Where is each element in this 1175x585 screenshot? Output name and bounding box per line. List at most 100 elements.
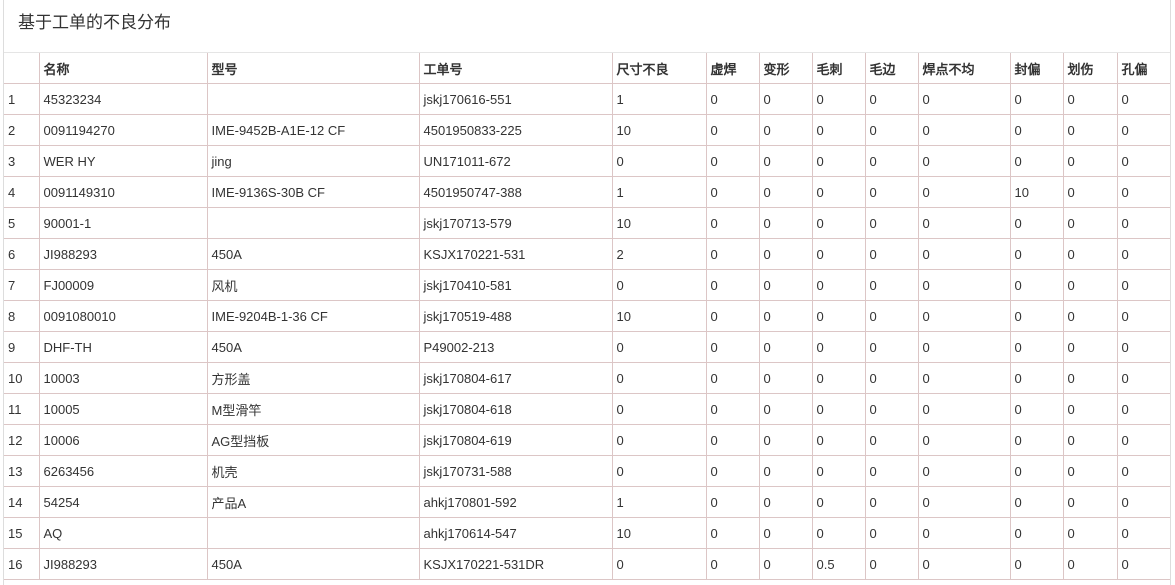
- table-cell: 0: [758, 424, 813, 456]
- table-cell: 0: [611, 455, 707, 487]
- table-cell: 方形盖: [206, 362, 420, 394]
- table-cell: 0: [1116, 114, 1170, 146]
- table-cell: 0: [864, 207, 919, 239]
- table-cell: 0: [1062, 176, 1118, 208]
- table-cell: 0: [811, 269, 866, 301]
- table-cell: 1: [611, 486, 707, 518]
- table-cell: 0.5: [811, 548, 866, 580]
- table-cell: 0: [1062, 331, 1118, 363]
- table-cell: 0: [811, 517, 866, 549]
- table-cell: 0: [1062, 145, 1118, 177]
- table-cell: 0: [1062, 455, 1118, 487]
- table-cell: 0: [1062, 114, 1118, 146]
- table-cell: 0: [864, 83, 919, 115]
- row-index-cell: 7: [4, 269, 40, 301]
- table-cell: 0: [611, 331, 707, 363]
- column-header-index: [4, 53, 40, 84]
- table-cell: 0: [1116, 207, 1170, 239]
- table-cell: 0: [917, 362, 1011, 394]
- table-cell: 0: [1062, 207, 1118, 239]
- table-cell: ahkj170614-547: [418, 517, 613, 549]
- table-cell: 0: [758, 300, 813, 332]
- table-row: 3 WER HY jing UN171011-672 0 0 0 0 0 0 0 0 0: [4, 145, 1170, 177]
- table-cell: jskj170804-617: [418, 362, 613, 394]
- table-cell: 0: [705, 486, 760, 518]
- table-cell: 0: [705, 548, 760, 580]
- table-cell: AQ: [38, 517, 208, 549]
- table-cell: 0: [758, 455, 813, 487]
- column-header: 虚焊: [705, 53, 760, 84]
- table-cell: P49002-213: [418, 331, 613, 363]
- table-cell: 0: [1116, 517, 1170, 549]
- table-cell: 0: [1009, 548, 1064, 580]
- table-cell: 产品A: [206, 486, 420, 518]
- table-cell: 0: [1116, 455, 1170, 487]
- table-cell: 0: [758, 207, 813, 239]
- row-index-cell: 14: [4, 486, 40, 518]
- table-cell: JI988293: [38, 548, 208, 580]
- table-cell: 0: [1009, 207, 1064, 239]
- table-cell: 0: [1116, 393, 1170, 425]
- table-cell: 0: [811, 238, 866, 270]
- table-cell: 0: [1009, 517, 1064, 549]
- table-cell: 0: [811, 300, 866, 332]
- table-cell: 0: [811, 83, 866, 115]
- column-header: 变形: [758, 53, 813, 84]
- table-cell: 6263456: [38, 455, 208, 487]
- table-cell: 0: [1062, 362, 1118, 394]
- table-cell: 0: [864, 486, 919, 518]
- table-cell: 4501950833-225: [418, 114, 613, 146]
- table-cell: 1: [611, 83, 707, 115]
- table-cell: 0: [917, 83, 1011, 115]
- table-cell: 0: [1062, 548, 1118, 580]
- table-cell: 0: [811, 486, 866, 518]
- table-cell: 0: [611, 145, 707, 177]
- column-header: 划伤: [1062, 53, 1118, 84]
- table-cell: 0: [917, 238, 1011, 270]
- table-cell: jskj170731-588: [418, 455, 613, 487]
- table-cell: 90001-1: [38, 207, 208, 239]
- table-cell: 0: [1009, 424, 1064, 456]
- table-cell: 0: [705, 300, 760, 332]
- table-cell: 0: [917, 517, 1011, 549]
- table-cell: 0: [811, 114, 866, 146]
- table-cell: jskj170410-581: [418, 269, 613, 301]
- table-cell: 0: [758, 393, 813, 425]
- row-index-cell: 11: [4, 393, 40, 425]
- table-cell: 0: [611, 362, 707, 394]
- table-cell: 机壳: [206, 455, 420, 487]
- table-cell: 0: [917, 114, 1011, 146]
- table-cell: 0: [1116, 300, 1170, 332]
- table-cell: 0: [758, 331, 813, 363]
- row-index-cell: 1: [4, 83, 40, 115]
- table-cell: 0: [864, 145, 919, 177]
- column-header: 工单号: [418, 53, 613, 84]
- table-cell: 0: [917, 145, 1011, 177]
- row-index-cell: 8: [4, 300, 40, 332]
- table-cell: jskj170713-579: [418, 207, 613, 239]
- table-cell: 0: [705, 455, 760, 487]
- table-cell: 0: [1062, 269, 1118, 301]
- table-cell: 0: [864, 517, 919, 549]
- table-cell: jskj170804-618: [418, 393, 613, 425]
- row-index-cell: 15: [4, 517, 40, 549]
- column-header: 毛边: [864, 53, 919, 84]
- table-cell: 0: [758, 83, 813, 115]
- table-cell: 450A: [206, 548, 420, 580]
- table-cell: 0: [811, 145, 866, 177]
- table-cell: 0: [917, 548, 1011, 580]
- table-cell: 0: [758, 486, 813, 518]
- table-cell: 0: [1062, 517, 1118, 549]
- table-cell: 0: [1062, 393, 1118, 425]
- table-cell: 0: [1009, 362, 1064, 394]
- table-cell: 10003: [38, 362, 208, 394]
- table-cell: 0: [1116, 145, 1170, 177]
- table-cell: 0: [758, 548, 813, 580]
- table-row: 14 54254 产品A ahkj170801-592 1 0 0 0 0 0 0 0 0: [4, 486, 1170, 518]
- table-cell: 0: [811, 207, 866, 239]
- table-cell: 0: [705, 114, 760, 146]
- table-row: 6 JI988293 450A KSJX170221-531 2 0 0 0 0 0 0 0 0: [4, 238, 1170, 270]
- row-index-cell: 10: [4, 362, 40, 394]
- table-cell: 2: [611, 238, 707, 270]
- table-cell: 0: [705, 331, 760, 363]
